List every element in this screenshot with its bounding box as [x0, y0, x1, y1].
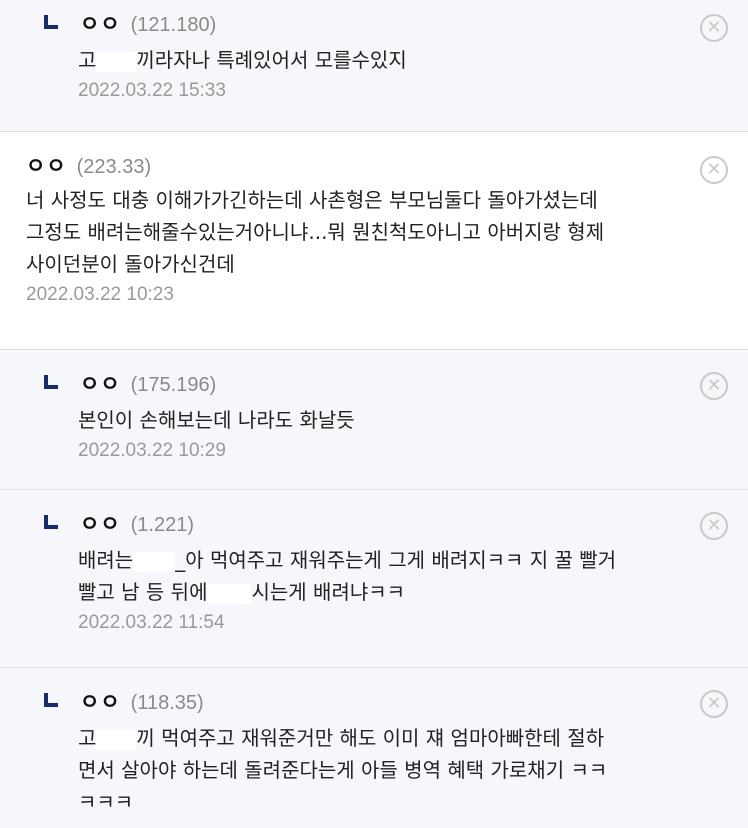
- comment-header: ㅇㅇ (121.180): [44, 8, 748, 38]
- comment-text: 고끼 먹여주고 재워준거만 해도 이미 쟤 엄마아빠한테 절하 면서 살아야 하…: [78, 726, 608, 814]
- comment-nickname[interactable]: ㅇㅇ: [80, 508, 121, 538]
- comment-text: 본인이 손해보는데 나라도 화날듯: [78, 408, 355, 432]
- reply-arrow-icon: [44, 375, 58, 389]
- comment-header: ㅇㅇ (175.196): [44, 368, 748, 398]
- comment-header: ㅇㅇ (1.221): [44, 508, 748, 538]
- comment-text: 배려는 _아 먹여주고 재워주는게 그게 배려지ㅋㅋ 지 꿀 빨거 빨고 남 등 …: [78, 548, 617, 604]
- comment-reply: ㅇㅇ (121.180) 고 끼라자나 특례있어서 모를수있지 2022.03.2…: [0, 0, 748, 132]
- comment-header: ㅇㅇ (118.35): [44, 686, 748, 716]
- reply-arrow-icon: [44, 15, 58, 29]
- comment-ip: (118.35): [130, 692, 204, 714]
- comment-text: 너 사정도 대충 이해가가긴하는데 사촌형은 부모님둘다 돌아가셨는데 그정도 …: [26, 188, 605, 276]
- comment-nickname[interactable]: ㅇㅇ: [80, 8, 121, 38]
- delete-x-icon[interactable]: ✕: [700, 14, 728, 42]
- delete-x-icon[interactable]: ✕: [700, 156, 728, 184]
- comment-date: 2022.03.22 10:23: [26, 284, 174, 305]
- delete-x-icon[interactable]: ✕: [700, 372, 728, 400]
- delete-x-icon[interactable]: ✕: [700, 690, 728, 718]
- comment-ip: (175.196): [130, 374, 217, 396]
- comment-reply: ㅇㅇ (118.35) 고끼 먹여주고 재워준거만 해도 이미 쟤 엄마아빠한테…: [0, 668, 748, 828]
- comment-ip: (1.221): [130, 514, 195, 536]
- comment-ip: (121.180): [130, 14, 217, 36]
- reply-arrow-icon: [44, 515, 58, 529]
- comment-nickname[interactable]: ㅇㅇ: [26, 150, 67, 180]
- comment-reply: ㅇㅇ (1.221) 배려는 _아 먹여주고 재워주는게 그게 배려지ㅋㅋ 지 꿀…: [0, 490, 748, 668]
- reply-arrow-icon: [44, 693, 58, 707]
- delete-x-icon[interactable]: ✕: [700, 512, 728, 540]
- comment-nickname[interactable]: ㅇㅇ: [80, 686, 121, 716]
- comment-date: 2022.03.22 15:33: [78, 80, 226, 101]
- comment-text: 고 끼라자나 특례있어서 모를수있지: [78, 48, 407, 72]
- comment-header: ㅇㅇ (223.33): [26, 150, 748, 180]
- comment-date: 2022.03.22 10:29: [78, 440, 226, 461]
- comment-ip: (223.33): [76, 156, 152, 178]
- comment-reply: ㅇㅇ (175.196) 본인이 손해보는데 나라도 화날듯 2022.03.2…: [0, 350, 748, 490]
- comment-nickname[interactable]: ㅇㅇ: [80, 368, 121, 398]
- comment-date: 2022.03.22 11:54: [78, 612, 225, 633]
- comment: ㅇㅇ (223.33) 너 사정도 대충 이해가가긴하는데 사촌형은 부모님둘다…: [0, 132, 748, 350]
